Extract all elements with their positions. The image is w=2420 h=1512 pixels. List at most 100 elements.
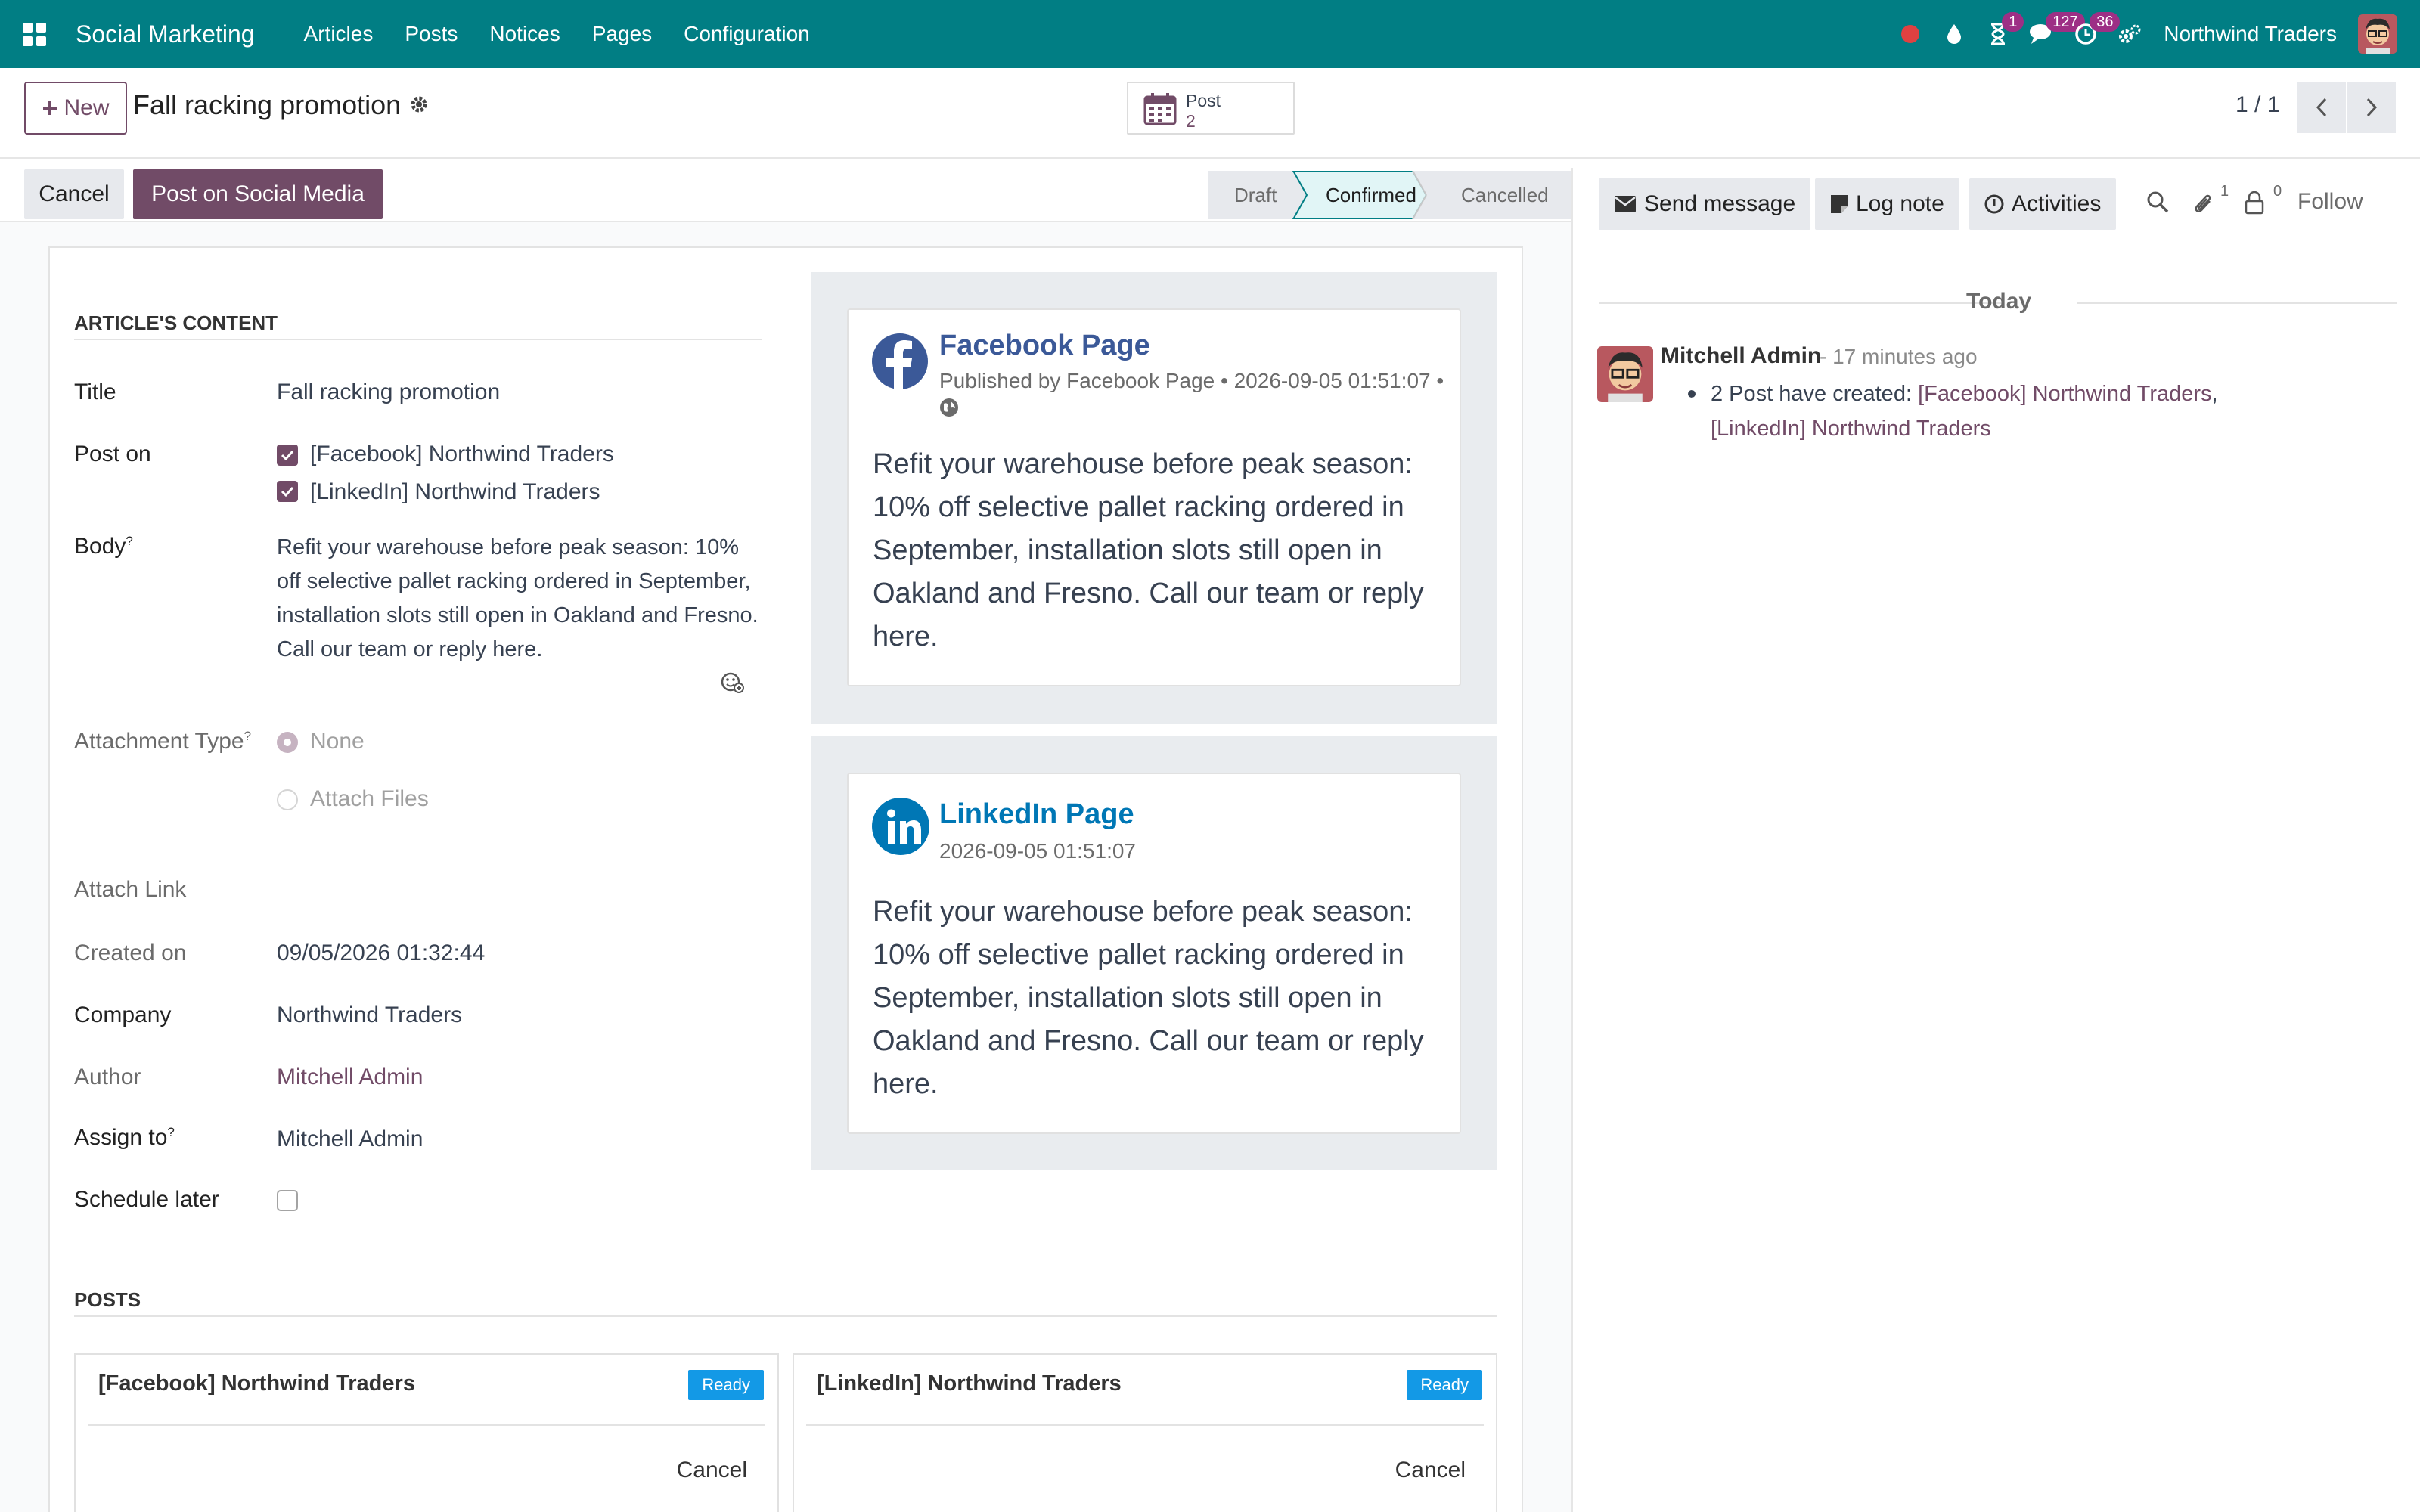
messages-icon[interactable]: 127 [2020,0,2085,68]
linkedin-preview-panel: LinkedIn Page 2026-09-05 01:51:07 Refit … [811,736,1497,1170]
message-author[interactable]: Mitchell Admin [1661,343,1821,369]
pager-value[interactable]: 1 / 1 [2235,92,2279,118]
post-on-facebook-checkbox[interactable] [277,445,298,466]
post-on-facebook-label: [Facebook] Northwind Traders [310,442,614,466]
pager-previous-button[interactable] [2297,82,2346,133]
clock-icon[interactable]: 36 [2064,0,2121,68]
menu-articles[interactable]: Articles [288,22,389,46]
attachment-none-radio[interactable] [277,732,298,753]
message-body: 2 Post have created: [Facebook] Northwin… [1711,376,2331,446]
calendar-icon [1143,93,1177,125]
attachment-type-label-text: Attachment Type [74,729,244,754]
section-divider [74,339,762,340]
post-cancel-button[interactable]: Cancel [1395,1458,1466,1483]
activities-label: Activities [2012,191,2102,216]
title-field[interactable]: Fall racking promotion [277,380,500,405]
company-label: Company [74,1002,172,1027]
post-card-linkedin[interactable]: [LinkedIn] Northwind Traders Ready Cance… [793,1353,1497,1512]
linkedin-preview-message: Refit your warehouse before peak season:… [873,896,1424,1100]
schedule-later-label: Schedule later [74,1187,219,1212]
menu-pages[interactable]: Pages [576,22,668,46]
search-icon[interactable] [2146,191,2169,217]
post-cancel-button[interactable]: Cancel [677,1458,747,1483]
post-card-title: [Facebook] Northwind Traders [98,1371,415,1396]
facebook-page-name[interactable]: Facebook Page [939,330,1150,362]
pager-next-button[interactable] [2347,82,2396,133]
author-link[interactable]: Mitchell Admin [277,1064,423,1090]
drop-icon[interactable] [1932,0,1976,68]
chevron-left-icon [2316,98,2327,117]
card-divider [806,1424,1484,1426]
hourglass-icon[interactable]: 1 [1976,0,2024,68]
app-name[interactable]: Social Marketing [76,20,255,48]
post-smart-count: 2 [1186,111,1196,131]
paperclip-icon[interactable] [2192,191,2214,218]
date-separator: Today [1966,289,2032,314]
post-card-facebook[interactable]: [Facebook] Northwind Traders Ready Cance… [74,1353,779,1512]
linkedin-page-name[interactable]: LinkedIn Page [939,798,1134,831]
top-navbar: Social Marketing Articles Posts Notices … [0,0,2420,68]
body-field[interactable]: Refit your warehouse before peak season:… [277,531,761,667]
body-help-icon[interactable]: ? [126,534,132,548]
stage-confirmed[interactable]: Confirmed [1326,184,1416,206]
apps-menu-icon[interactable] [0,0,68,68]
message-time: - 17 minutes ago [1820,345,1978,368]
message-author-avatar[interactable] [1597,346,1653,402]
attach-files-radio[interactable] [277,789,298,810]
linkedin-preview-card: LinkedIn Page 2026-09-05 01:51:07 Refit … [847,773,1461,1134]
schedule-later-checkbox[interactable] [277,1190,298,1211]
post-on-social-media-button[interactable]: Post on Social Media [133,169,383,219]
clock-icon [1984,194,2004,214]
globe-icon [940,398,958,417]
note-icon [1831,195,1848,213]
stage-cancelled[interactable]: Cancelled [1461,184,1549,206]
actions-gear-icon[interactable] [408,94,430,121]
section-posts: POSTS [74,1288,141,1311]
send-message-button[interactable]: Send message [1599,178,1811,230]
record-indicator-icon[interactable] [1888,0,1932,68]
company-switcher[interactable]: Northwind Traders [2164,22,2337,46]
assign-help-icon[interactable]: ? [167,1125,174,1139]
author-label: Author [74,1064,141,1089]
menu-notices[interactable]: Notices [473,22,576,46]
activities-button[interactable]: Activities [1969,178,2117,230]
body-label-text: Body [74,534,126,559]
assign-to-field[interactable]: Mitchell Admin [277,1126,423,1152]
user-avatar[interactable] [2358,14,2397,54]
status-badge: Ready [688,1370,764,1400]
send-message-label: Send message [1644,191,1796,216]
stage-pipeline: Draft Confirmed Cancelled [1208,171,1571,219]
settings-gears-icon[interactable] [2108,0,2152,68]
main-menu: Articles Posts Notices Pages Configurati… [288,22,826,46]
facebook-preview-message: Refit your warehouse before peak season:… [873,448,1424,652]
new-button[interactable]: + New [24,82,127,135]
followers-count: 0 [2273,183,2282,200]
message-link-linkedin[interactable]: [LinkedIn] Northwind Traders [1711,417,1991,441]
company-field[interactable]: Northwind Traders [277,1002,462,1028]
emoji-picker-icon[interactable] [720,670,744,694]
message-link-facebook[interactable]: [Facebook] Northwind Traders [1918,382,2211,406]
created-on-value: 09/05/2026 01:32:44 [277,940,486,965]
cancel-button[interactable]: Cancel [24,169,124,219]
attach-files-label: Attach Files [310,786,429,811]
log-note-button[interactable]: Log note [1815,178,1959,230]
post-on-linkedin-checkbox[interactable] [277,481,298,502]
list-bullet [1688,390,1696,398]
title-label: Title [74,380,116,404]
post-smart-button[interactable]: Post 2 [1127,82,1295,135]
plus-icon: + [42,92,58,123]
stage-draft[interactable]: Draft [1234,184,1277,206]
menu-posts[interactable]: Posts [389,22,473,46]
facebook-preview-card: Facebook Page Published by Facebook Page… [847,308,1461,686]
record-breadcrumb-title: Fall racking promotion [133,89,402,120]
new-button-label: New [64,95,110,120]
follow-button[interactable]: Follow [2297,189,2363,215]
lock-icon[interactable] [2245,191,2264,218]
attachment-help-icon[interactable]: ? [244,729,251,743]
menu-configuration[interactable]: Configuration [668,22,826,46]
post-on-label: Post on [74,442,151,466]
facebook-preview-panel: Facebook Page Published by Facebook Page… [811,272,1497,724]
date-divider-line [1599,302,2003,304]
section-articles-content: ARTICLE'S CONTENT [74,311,278,334]
log-note-label: Log note [1856,191,1944,216]
